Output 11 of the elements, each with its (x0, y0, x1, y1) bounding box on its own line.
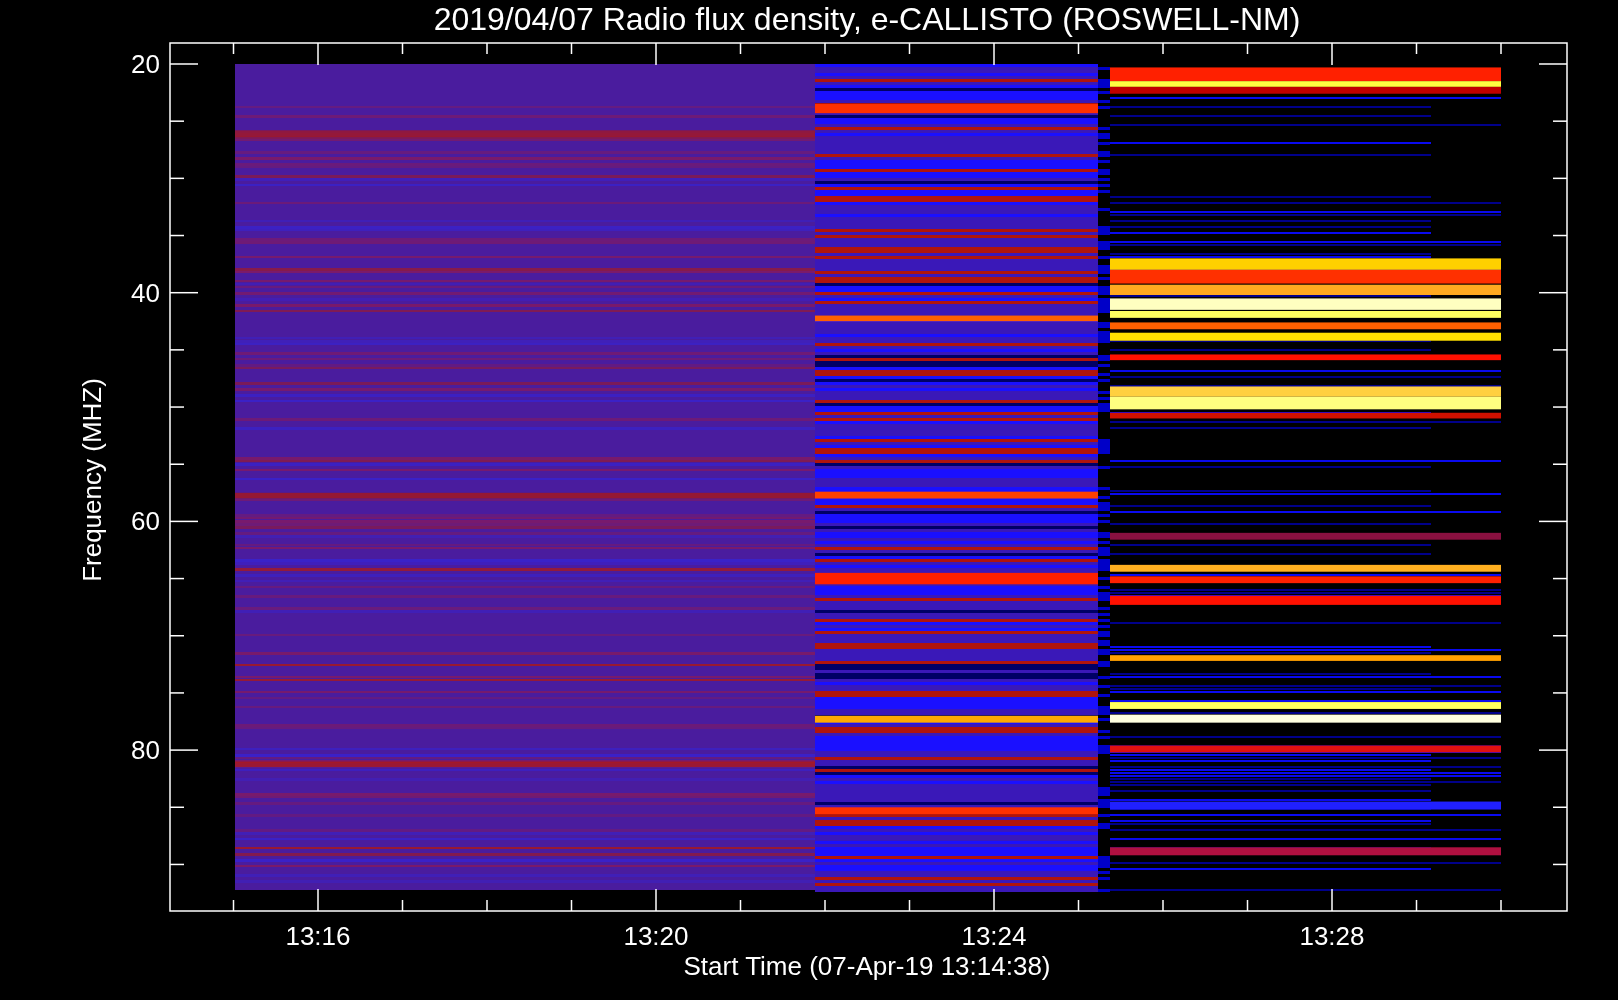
tick-label: 13:16 (285, 921, 351, 951)
axis-label: Start Time (07-Apr-19 13:14:38) (683, 951, 1051, 981)
tick-label: 13:28 (1299, 921, 1365, 951)
axis-label: Frequency (MHZ) (77, 378, 107, 582)
tick-label: 13:20 (623, 921, 689, 951)
tick-label: 20 (131, 49, 160, 79)
tick-label: 40 (131, 277, 160, 308)
tick-label: 80 (131, 735, 160, 766)
tick-label: 60 (131, 506, 160, 537)
chart-title: 2019/04/07 Radio flux density, e-CALLISTO (ROSWELL-NM) (433, 1, 1301, 37)
tick-label: 13:24 (961, 921, 1027, 951)
